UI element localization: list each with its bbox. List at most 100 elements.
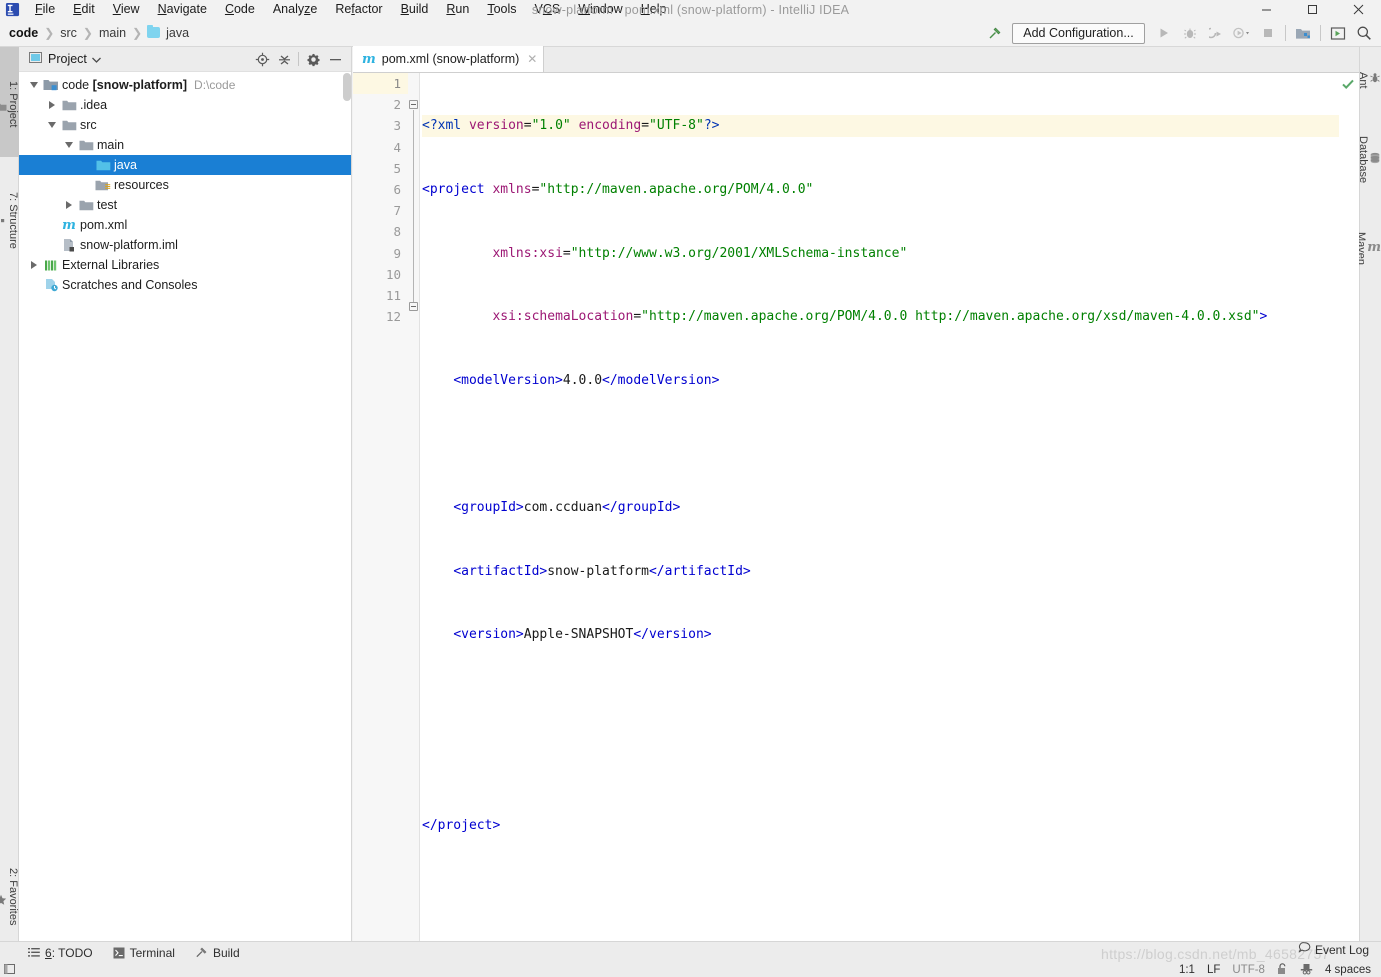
twisty-collapsed-icon[interactable]	[60, 195, 77, 215]
twisty-collapsed-icon[interactable]	[43, 95, 60, 115]
menu-code[interactable]: Code	[216, 0, 264, 20]
caret-position[interactable]: 1:1	[1179, 964, 1195, 976]
line-number: 2	[393, 97, 401, 113]
line-number: 11	[385, 287, 401, 303]
breadcrumb-item-3[interactable]: java	[165, 26, 190, 40]
tree-row[interactable]: resources	[19, 175, 351, 195]
tree-row[interactable]: code [snow-platform] D:\code	[19, 75, 351, 95]
project-folder-icon	[0, 102, 7, 112]
search-everywhere-icon[interactable]	[1351, 21, 1377, 45]
fold-collapse-icon[interactable]	[409, 302, 418, 311]
profile-icon[interactable]	[1229, 21, 1255, 45]
code-folding-gutter[interactable]	[408, 73, 420, 941]
sidebar-item-ant[interactable]: Ant	[1357, 51, 1381, 109]
build-hammer-icon[interactable]	[982, 21, 1008, 45]
toggle-tool-window-bars-icon[interactable]	[4, 963, 16, 977]
bottom-item-build[interactable]: Build	[195, 946, 240, 960]
code-content[interactable]: <?xml version="1.0" encoding="UTF-8"?> <…	[420, 73, 1359, 941]
editor-area: m pom.xml (snow-platform) ✕ 1 2 3 4 5 6 …	[353, 46, 1359, 941]
menu-tools[interactable]: Tools	[478, 0, 525, 20]
breadcrumb-item-2[interactable]: main	[98, 26, 127, 40]
tree-row[interactable]: Scratches and Consoles	[19, 275, 351, 295]
window-controls	[1243, 0, 1381, 19]
code-editor[interactable]: 1 2 3 4 5 6 7 8 9 10 11 12 <?xml version…	[353, 73, 1359, 941]
indent-setting[interactable]: 4 spaces	[1325, 964, 1371, 976]
menu-file[interactable]: File	[26, 0, 64, 20]
tree-row[interactable]: test	[19, 195, 351, 215]
breadcrumb-separator: ❯	[82, 25, 93, 40]
code-line-4: xsi:schemaLocation="http://maven.apache.…	[492, 309, 1268, 325]
settings-gear-icon[interactable]	[302, 49, 324, 70]
menu-edit[interactable]: Edit	[64, 0, 104, 20]
tree-row[interactable]: .idea	[19, 95, 351, 115]
line-separator[interactable]: LF	[1207, 964, 1220, 976]
event-log-button[interactable]: Event Log	[1298, 942, 1369, 957]
menu-view[interactable]: View	[104, 0, 149, 20]
stop-icon[interactable]	[1255, 21, 1281, 45]
code-line-3: xmlns:xsi="http://www.w3.org/2001/XMLSch…	[492, 245, 908, 261]
tree-row[interactable]: External Libraries	[19, 255, 351, 275]
project-structure-icon[interactable]	[1290, 21, 1316, 45]
sidebar-item-database[interactable]: Database	[1357, 115, 1381, 205]
intellij-logo-icon	[4, 1, 21, 18]
debug-icon[interactable]	[1177, 21, 1203, 45]
run-icon[interactable]	[1151, 21, 1177, 45]
build-hammer-icon	[195, 946, 208, 959]
tree-row[interactable]: m pom.xml	[19, 215, 351, 235]
minimize-button[interactable]	[1243, 0, 1289, 19]
collapse-all-icon[interactable]	[273, 49, 295, 70]
editor-tab-bar: m pom.xml (snow-platform) ✕	[353, 46, 1359, 73]
module-folder-icon	[42, 75, 60, 95]
tree-row[interactable]: snow-platform.iml	[19, 235, 351, 255]
editor-marker-gutter[interactable]	[1339, 73, 1359, 941]
twisty-collapsed-icon[interactable]	[25, 255, 42, 275]
tool-window-label-structure: 7: Structure	[7, 191, 19, 249]
breadcrumb-item-1[interactable]: src	[59, 26, 78, 40]
close-icon[interactable]: ✕	[527, 52, 537, 66]
twisty-expanded-icon[interactable]	[43, 115, 60, 135]
hide-panel-icon[interactable]	[324, 49, 346, 70]
menu-build[interactable]: Build	[392, 0, 438, 20]
breadcrumb-item-0[interactable]: code	[8, 26, 39, 40]
update-project-icon[interactable]	[1325, 21, 1351, 45]
unlocked-padlock-icon[interactable]	[1277, 962, 1288, 977]
maximize-button[interactable]	[1289, 0, 1335, 19]
menu-window[interactable]: Window	[569, 0, 631, 20]
sidebar-item-favorites[interactable]: 2: Favorites	[0, 849, 19, 941]
twisty-expanded-icon[interactable]	[60, 135, 77, 155]
database-icon	[1369, 152, 1381, 164]
sidebar-item-maven[interactable]: m Maven	[1355, 211, 1381, 287]
bottom-tool-bar: 6: TODO Terminal Build	[0, 941, 1381, 963]
sidebar-item-project[interactable]: 1: Project	[0, 47, 19, 157]
fold-collapse-icon[interactable]	[409, 100, 418, 109]
menu-run[interactable]: Run	[437, 0, 478, 20]
run-with-coverage-icon[interactable]	[1203, 21, 1229, 45]
code-line-9: <version>Apple-SNAPSHOT</version>	[453, 627, 712, 643]
inspector-hat-icon[interactable]	[1300, 963, 1313, 977]
twisty-expanded-icon[interactable]	[25, 75, 42, 95]
menu-vcs[interactable]: VCS	[526, 0, 570, 20]
close-button[interactable]	[1335, 0, 1381, 19]
bottom-item-todo[interactable]: 6: TODO	[28, 946, 93, 960]
project-panel-actions	[251, 49, 351, 70]
menu-refactor[interactable]: Refactor	[326, 0, 391, 20]
project-panel-title: Project	[48, 52, 87, 66]
ant-icon	[1369, 72, 1381, 84]
tree-row[interactable]: src	[19, 115, 351, 135]
inspection-ok-check-icon[interactable]	[1341, 77, 1355, 94]
tree-row[interactable]: main	[19, 135, 351, 155]
folder-icon	[77, 195, 95, 215]
tab-pom-xml[interactable]: m pom.xml (snow-platform) ✕	[353, 46, 545, 72]
menu-navigate[interactable]: Navigate	[149, 0, 216, 20]
folder-icon	[60, 115, 78, 135]
add-configuration-button[interactable]: Add Configuration...	[1012, 22, 1145, 44]
bottom-item-terminal[interactable]: Terminal	[113, 946, 175, 960]
chevron-down-icon[interactable]	[91, 52, 101, 66]
locate-target-icon[interactable]	[251, 49, 273, 70]
file-encoding[interactable]: UTF-8	[1232, 964, 1265, 976]
tree-row-java-selected[interactable]: java	[19, 155, 351, 175]
menu-analyze[interactable]: Analyze	[264, 0, 326, 20]
sidebar-item-structure[interactable]: 7: Structure	[0, 159, 19, 277]
menu-help[interactable]: Help	[632, 0, 676, 20]
project-scrollbar[interactable]	[343, 73, 351, 101]
